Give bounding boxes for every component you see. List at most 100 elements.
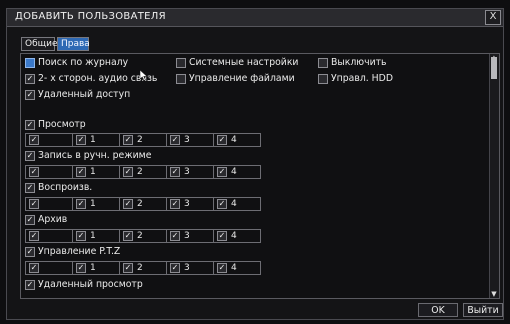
channel-cell: 4: [213, 133, 261, 147]
channel-1-checkbox[interactable]: [76, 199, 86, 209]
exit-button[interactable]: Выйти: [463, 303, 503, 317]
remote-preview-label: Удаленный просмотр: [38, 279, 143, 290]
archive-channels: 1 2 3 4: [25, 229, 281, 243]
channel-number: 2: [137, 263, 143, 273]
channel-1-checkbox[interactable]: [76, 167, 86, 177]
channel-2-checkbox[interactable]: [123, 199, 133, 209]
dialog-title: ДОБАВИТЬ ПОЛЬЗОВАТЕЛЯ: [15, 11, 166, 22]
channel-4-checkbox[interactable]: [217, 167, 227, 177]
channel-cell: 3: [166, 197, 214, 211]
ptz-control-checkbox[interactable]: [25, 247, 35, 257]
all-channels-checkbox[interactable]: [29, 263, 39, 273]
channel-4-checkbox[interactable]: [217, 199, 227, 209]
archive-checkbox[interactable]: [25, 215, 35, 225]
remote-access-checkbox[interactable]: [25, 90, 35, 100]
live-view-checkbox[interactable]: [25, 120, 35, 130]
channel-number: 1: [90, 167, 96, 177]
channel-number: 3: [184, 167, 190, 177]
channel-number: 4: [231, 263, 237, 273]
system-settings-checkbox[interactable]: [176, 58, 186, 68]
scrollbar-thumb[interactable]: [491, 57, 497, 79]
channel-2-checkbox[interactable]: [123, 231, 133, 241]
channel-cell: 3: [166, 165, 214, 179]
channel-number: 4: [231, 135, 237, 145]
channel-cell: [25, 133, 73, 147]
shutdown-label: Выключить: [331, 57, 387, 68]
remote-preview-checkbox[interactable]: [25, 280, 35, 290]
playback-channels: 1 2 3 4: [25, 197, 281, 211]
channel-2-checkbox[interactable]: [123, 135, 133, 145]
channel-cell: 1: [72, 133, 120, 147]
ok-button[interactable]: OK: [418, 303, 458, 317]
channel-cell: 4: [213, 229, 261, 243]
channel-4-checkbox[interactable]: [217, 135, 227, 145]
channel-cell: 2: [119, 261, 167, 275]
live-view-channels: 1 2 3 4: [25, 133, 281, 147]
channel-4-checkbox[interactable]: [217, 263, 227, 273]
playback-checkbox[interactable]: [25, 183, 35, 193]
channel-number: 4: [231, 167, 237, 177]
channel-3-checkbox[interactable]: [170, 263, 180, 273]
log-search-checkbox[interactable]: [25, 58, 35, 68]
channel-2-checkbox[interactable]: [123, 167, 133, 177]
channel-cell: 2: [119, 133, 167, 147]
tab-general[interactable]: Общие: [21, 37, 58, 51]
hdd-management-checkbox[interactable]: [318, 74, 328, 84]
channel-4-checkbox[interactable]: [217, 231, 227, 241]
system-settings-label: Системные настройки: [189, 57, 299, 68]
ptz-control-channels: 1 2 3 4: [25, 261, 281, 275]
channel-number: 1: [90, 231, 96, 241]
channel-1-checkbox[interactable]: [76, 231, 86, 241]
tab-rights[interactable]: Права: [57, 37, 90, 51]
channel-3-checkbox[interactable]: [170, 199, 180, 209]
channel-number: 2: [137, 167, 143, 177]
channel-cell: 4: [213, 261, 261, 275]
channel-1-checkbox[interactable]: [76, 135, 86, 145]
channel-cell: 3: [166, 229, 214, 243]
channel-cell: 1: [72, 165, 120, 179]
two-way-audio-checkbox[interactable]: [25, 74, 35, 84]
channel-cell: 1: [72, 261, 120, 275]
channel-1-checkbox[interactable]: [76, 263, 86, 273]
channel-3-checkbox[interactable]: [170, 135, 180, 145]
remote-access-label: Удаленный доступ: [38, 89, 131, 100]
channel-2-checkbox[interactable]: [123, 263, 133, 273]
manual-record-checkbox[interactable]: [25, 151, 35, 161]
channel-number: 3: [184, 231, 190, 241]
channel-number: 1: [90, 135, 96, 145]
channel-number: 1: [90, 263, 96, 273]
channel-cell: [25, 197, 73, 211]
channel-cell: 1: [72, 229, 120, 243]
channel-cell: [25, 261, 73, 275]
title-bar: ДОБАВИТЬ ПОЛЬЗОВАТЕЛЯ X: [7, 9, 503, 27]
all-channels-checkbox[interactable]: [29, 199, 39, 209]
scroll-down-icon[interactable]: ▼: [490, 290, 498, 298]
channel-number: 4: [231, 231, 237, 241]
shutdown-checkbox[interactable]: [318, 58, 328, 68]
add-user-dialog: ДОБАВИТЬ ПОЛЬЗОВАТЕЛЯ X Общие Права Поис…: [6, 8, 504, 320]
channel-3-checkbox[interactable]: [170, 231, 180, 241]
playback-label: Воспроизв.: [38, 182, 93, 193]
hdd-management-label: Управл. HDD: [331, 73, 393, 84]
close-icon[interactable]: X: [485, 10, 501, 25]
channel-cell: [25, 165, 73, 179]
channel-number: 3: [184, 199, 190, 209]
channel-cell: 2: [119, 197, 167, 211]
all-channels-checkbox[interactable]: [29, 231, 39, 241]
file-management-label: Управление файлами: [189, 73, 295, 84]
channel-number: 2: [137, 135, 143, 145]
channel-3-checkbox[interactable]: [170, 167, 180, 177]
scrollbar[interactable]: ▲ ▼: [489, 54, 499, 298]
file-management-checkbox[interactable]: [176, 74, 186, 84]
mouse-pointer-icon: [140, 70, 148, 81]
live-view-label: Просмотр: [38, 119, 86, 130]
channel-cell: 2: [119, 229, 167, 243]
all-channels-checkbox[interactable]: [29, 135, 39, 145]
channel-number: 3: [184, 135, 190, 145]
channel-cell: 3: [166, 133, 214, 147]
all-channels-checkbox[interactable]: [29, 167, 39, 177]
log-search-label: Поиск по журналу: [38, 57, 129, 68]
channel-number: 1: [90, 199, 96, 209]
channel-cell: [25, 229, 73, 243]
channel-number: 4: [231, 199, 237, 209]
